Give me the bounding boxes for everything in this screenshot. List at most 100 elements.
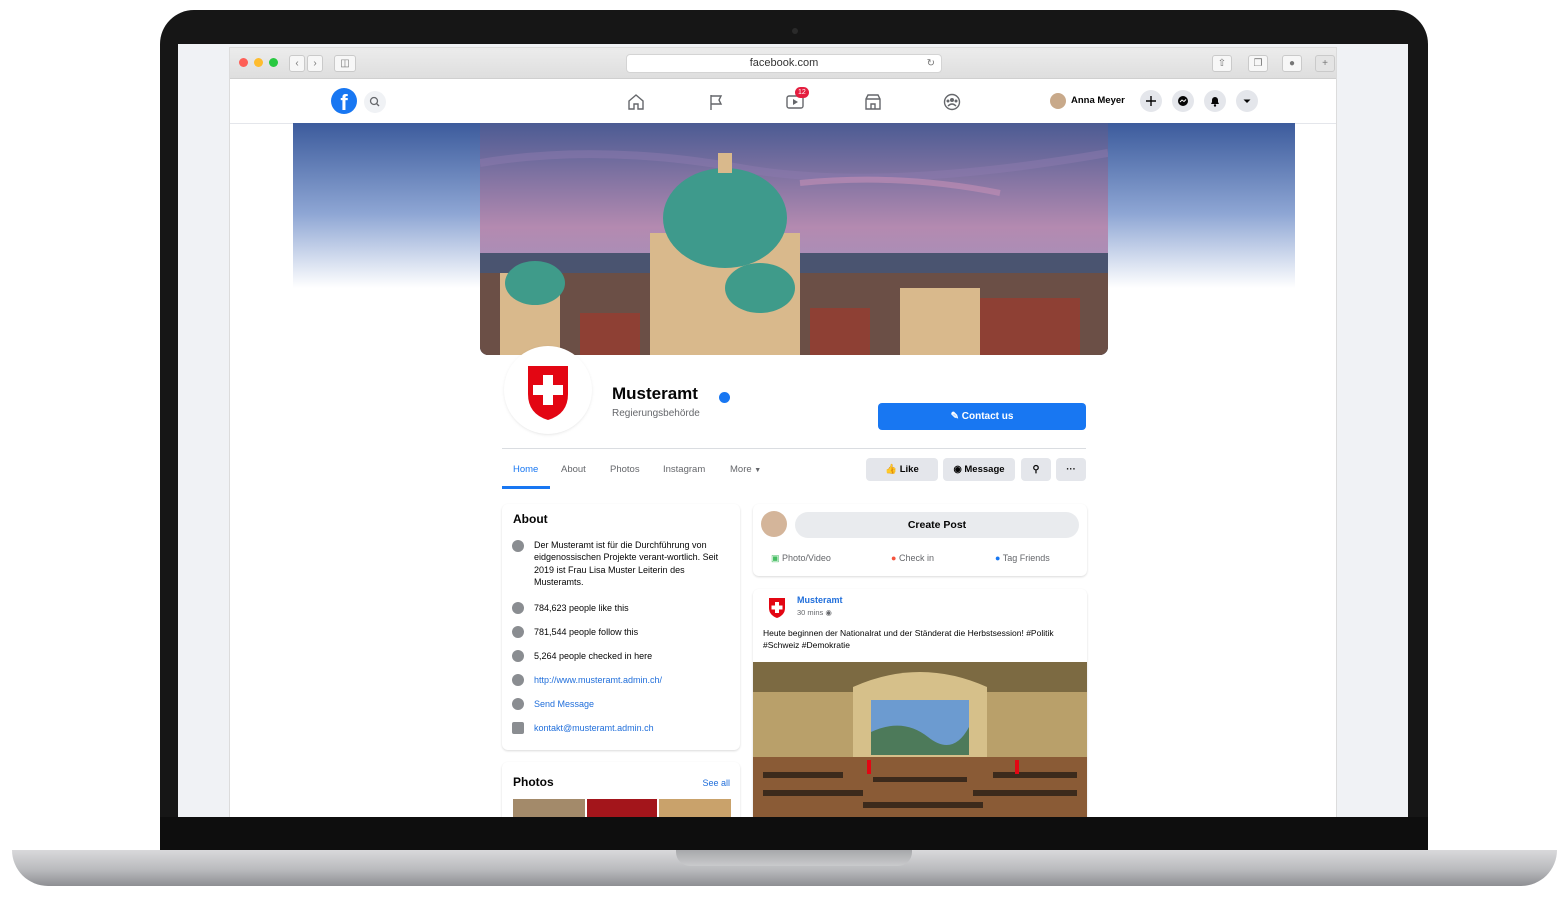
about-description: Der Musteramt ist für die Durchführung v… — [534, 540, 719, 587]
photo-video-button[interactable]: ▣ Photo/Video — [771, 553, 831, 564]
photo-icon: ▣ — [771, 553, 780, 563]
active-tab-indicator — [502, 486, 550, 489]
post-image[interactable] — [753, 662, 1087, 817]
website-link[interactable]: http://www.musteramt.admin.ch/ — [534, 674, 662, 686]
screen-bezel — [160, 817, 1428, 850]
tab-home[interactable]: Home — [513, 464, 538, 475]
tabs-icon[interactable]: ❐ — [1248, 55, 1268, 72]
search-icon[interactable] — [364, 91, 386, 113]
thumbs-up-icon: 👍 — [885, 464, 898, 475]
tab-more-label: More — [730, 464, 752, 475]
tab-photos[interactable]: Photos — [610, 464, 640, 475]
search-page-button[interactable]: ⚲ — [1021, 458, 1051, 481]
about-title: About — [513, 512, 548, 526]
like-label: Like — [899, 464, 919, 475]
home-icon[interactable] — [626, 93, 646, 111]
page-title: Musteramt — [612, 384, 698, 403]
url-text: facebook.com — [749, 57, 819, 69]
info-icon — [512, 540, 524, 552]
reload-icon[interactable]: ↻ — [927, 55, 935, 72]
download-icon[interactable]: ● — [1282, 55, 1302, 72]
photo-thumbnail[interactable] — [659, 799, 731, 817]
laptop-notch — [676, 850, 912, 866]
likes-count: 784,623 people like this — [534, 603, 629, 613]
globe-icon — [512, 674, 524, 686]
messenger-icon: ◉ — [953, 464, 962, 475]
notifications-bell-icon[interactable] — [1204, 90, 1226, 112]
ellipsis-icon: ··· — [1066, 464, 1076, 475]
camera-dot — [792, 28, 798, 34]
browser-window: ‹ › ◫ facebook.com ↻ ⇧ ❐ ● + f 12 Anna M… — [230, 48, 1336, 817]
location-pin-icon — [512, 650, 524, 662]
zoom-window-button[interactable] — [269, 58, 278, 67]
browser-titlebar: ‹ › ◫ facebook.com ↻ ⇧ ❐ ● + — [230, 48, 1336, 79]
pages-flag-icon[interactable] — [706, 93, 726, 111]
cover-photo[interactable] — [480, 123, 1108, 355]
sidebar-icon[interactable]: ◫ — [334, 55, 356, 72]
message-label: Message — [964, 464, 1005, 475]
pencil-icon: ✎ — [950, 411, 959, 422]
new-tab-icon[interactable]: + — [1315, 55, 1335, 72]
page-profile-picture[interactable] — [506, 348, 590, 432]
about-card: About Der Musteramt ist für die Durchfüh… — [502, 504, 740, 750]
user-name: Anna Meyer — [1071, 95, 1125, 106]
photo-thumbnail[interactable] — [587, 799, 657, 817]
messenger-icon[interactable] — [1172, 90, 1194, 112]
search-icon: ⚲ — [1032, 464, 1040, 475]
tag-friends-label: Tag Friends — [1002, 553, 1050, 563]
create-post-button[interactable]: Create Post — [795, 512, 1079, 538]
photo-thumbnail[interactable] — [513, 799, 585, 817]
minimize-window-button[interactable] — [254, 58, 263, 67]
caret-down-icon: ▼ — [754, 467, 762, 474]
photo-video-label: Photo/Video — [782, 553, 831, 563]
create-post-card: Create Post ▣ Photo/Video ● Check in ● T… — [753, 504, 1087, 576]
check-in-label: Check in — [898, 553, 934, 563]
watch-icon[interactable]: 12 — [785, 87, 809, 111]
photos-card: Photos See all — [502, 762, 740, 817]
facebook-logo-icon[interactable]: f — [331, 88, 357, 114]
globe-icon: ◉ — [825, 608, 832, 617]
groups-icon[interactable] — [942, 93, 962, 111]
message-page-button[interactable]: ◉ Message — [943, 458, 1015, 481]
thumbs-up-icon — [512, 602, 524, 614]
back-icon[interactable]: ‹ — [289, 55, 305, 72]
post-text: Heute beginnen der Nationalrat und der S… — [763, 628, 1054, 650]
forward-icon[interactable]: › — [307, 55, 323, 72]
tab-instagram[interactable]: Instagram — [663, 464, 705, 475]
notification-badge: 12 — [795, 87, 809, 98]
screen: ‹ › ◫ facebook.com ↻ ⇧ ❐ ● + f 12 Anna M… — [178, 44, 1408, 817]
envelope-icon — [512, 722, 524, 734]
share-icon[interactable]: ⇧ — [1212, 55, 1232, 72]
follow-check-icon — [512, 626, 524, 638]
contact-us-label: Contact us — [961, 411, 1014, 422]
close-window-button[interactable] — [239, 58, 248, 67]
location-pin-icon: ● — [891, 553, 897, 563]
page-category: Regierungsbehörde — [612, 408, 700, 419]
create-plus-icon[interactable] — [1140, 90, 1162, 112]
marketplace-icon[interactable] — [863, 93, 883, 111]
tab-about[interactable]: About — [561, 464, 586, 475]
post-time-text: 30 mins — [797, 608, 824, 617]
more-options-button[interactable]: ··· — [1056, 458, 1086, 481]
see-all-photos-link[interactable]: See all — [702, 778, 730, 788]
tab-more[interactable]: More ▼ — [730, 464, 761, 475]
post-timestamp[interactable]: 30 mins ◉ — [797, 608, 832, 617]
check-in-button[interactable]: ● Check in — [891, 553, 934, 563]
address-bar[interactable]: facebook.com ↻ — [626, 54, 942, 73]
swiss-coat-of-arms-icon — [769, 598, 785, 618]
avatar — [761, 511, 787, 537]
post-author[interactable]: Musteramt — [797, 595, 843, 605]
tag-friends-button[interactable]: ● Tag Friends — [995, 553, 1050, 563]
email-link[interactable]: kontakt@musteramt.admin.ch — [534, 722, 654, 734]
account-menu-chevron-down-icon[interactable] — [1236, 90, 1258, 112]
verified-badge-icon — [719, 392, 730, 403]
divider — [502, 448, 1086, 449]
like-page-button[interactable]: 👍 Like — [866, 458, 938, 481]
contact-us-button[interactable]: ✎ Contact us — [878, 403, 1086, 430]
tag-friends-icon: ● — [995, 553, 1001, 563]
facebook-top-nav: f 12 Anna Meyer — [230, 79, 1336, 124]
messenger-icon — [512, 698, 524, 710]
checkins-count: 5,264 people checked in here — [534, 651, 653, 661]
follows-count: 781,544 people follow this — [534, 627, 639, 637]
send-message-link[interactable]: Send Message — [534, 698, 594, 710]
